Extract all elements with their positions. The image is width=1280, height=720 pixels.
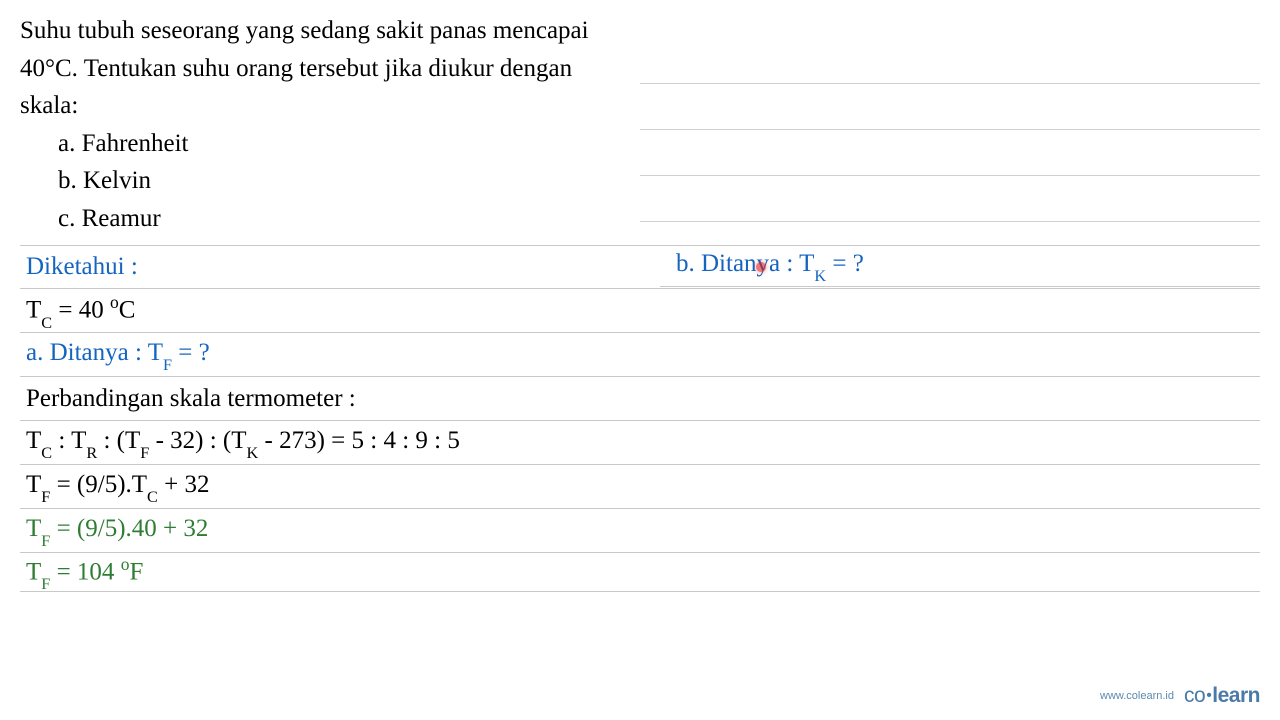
diketahui-label: Diketahui : xyxy=(26,253,138,281)
pointer-marker xyxy=(756,262,766,272)
tf-formula: TF = (9/5).TC + 32 xyxy=(26,471,210,503)
question-prompt: Suhu tubuh seseorang yang sedang sakit p… xyxy=(20,12,600,125)
footer: www.colearn.id co•learn xyxy=(1100,684,1260,708)
a-ditanya-line: a. Ditanya : TF = ? xyxy=(26,339,210,371)
ratio-equation: TC : TR : (TF - 32) : (TK - 273) = 5 : 4… xyxy=(26,427,460,459)
footer-logo: co•learn xyxy=(1184,684,1260,708)
tf-result: TF = 104 oF xyxy=(26,554,143,590)
footer-url: www.colearn.id xyxy=(1100,690,1174,702)
tc-value-line: TC = 40 oC xyxy=(26,292,135,328)
tf-calculation: TF = (9/5).40 + 32 xyxy=(26,515,208,547)
decorative-lines-top-right xyxy=(640,38,1260,222)
b-ditanya-line: b. Ditanya : TK = ? xyxy=(676,250,864,282)
ratio-label: Perbandingan skala termometer : xyxy=(26,385,356,413)
